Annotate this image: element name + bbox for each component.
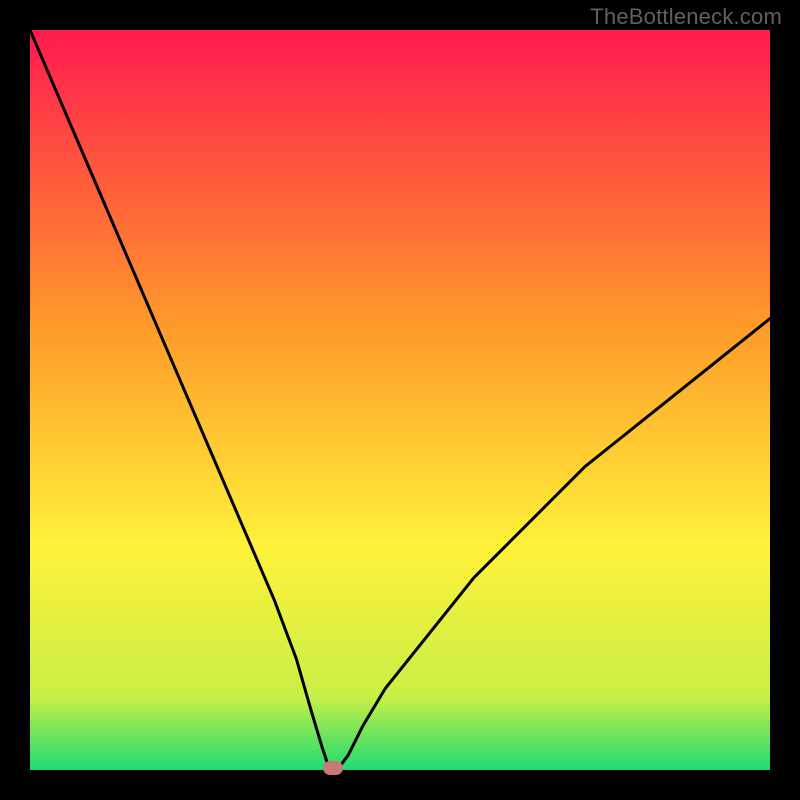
watermark: TheBottleneck.com bbox=[590, 4, 782, 30]
optimal-marker bbox=[323, 761, 343, 775]
chart-frame: TheBottleneck.com bbox=[0, 0, 800, 800]
plot-area bbox=[30, 30, 770, 770]
bottleneck-curve bbox=[30, 30, 770, 770]
